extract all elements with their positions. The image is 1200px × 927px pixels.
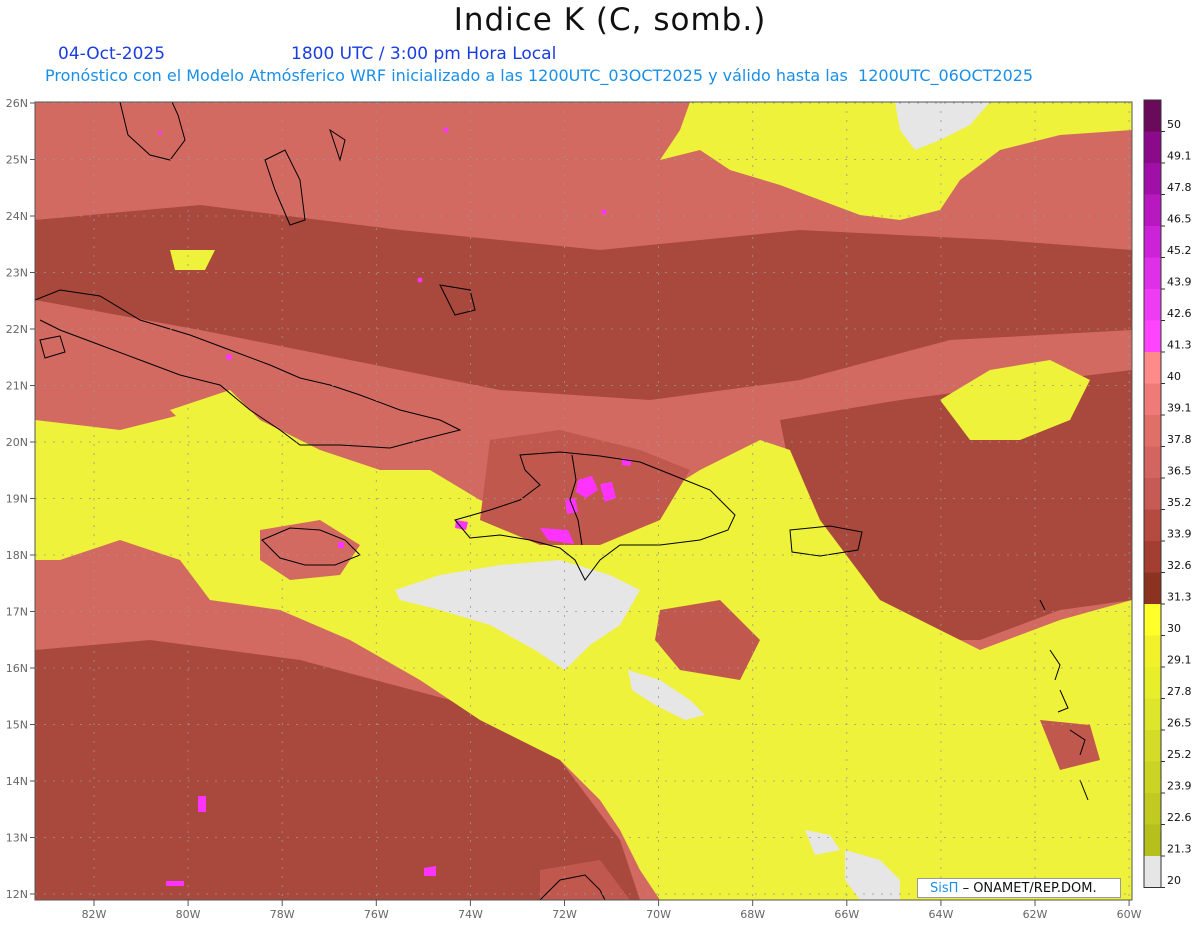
colorbar: 50 49.1 47.8 46.5 45.2 43.9 42.6 41.3 40 39.1 37.8… bbox=[1143, 99, 1192, 888]
lat-tick-label: 13N bbox=[6, 832, 28, 845]
extreme-k-spot bbox=[158, 131, 162, 135]
lat-tick-label: 17N bbox=[6, 606, 28, 619]
lat-tick-label: 23N bbox=[6, 267, 28, 280]
colorbar-label: 31.3 bbox=[1167, 591, 1192, 604]
lat-tick-label: 16N bbox=[6, 662, 28, 675]
colorbar-cell bbox=[1144, 856, 1161, 888]
lat-tick-label: 15N bbox=[6, 719, 28, 732]
colorbar-label: 45.2 bbox=[1167, 244, 1192, 257]
lon-tick-label: 78W bbox=[270, 908, 295, 921]
lat-tick-label: 21N bbox=[6, 380, 28, 393]
colorbar-label: 26.5 bbox=[1167, 717, 1192, 730]
colorbar-cell bbox=[1144, 100, 1161, 132]
extreme-k-spot bbox=[226, 354, 232, 360]
colorbar-cell bbox=[1144, 415, 1161, 447]
colorbar-cell bbox=[1144, 194, 1161, 227]
colorbar-label: 30 bbox=[1167, 622, 1181, 635]
latitude-tick-labels: 26N 25N 24N 23N 22N 21N 20N 19N 18N 17N 16N 15N 14N 1… bbox=[6, 97, 35, 901]
extreme-k-spot bbox=[417, 277, 423, 283]
colorbar-label: 40 bbox=[1167, 370, 1181, 383]
colorbar-label: 36.5 bbox=[1167, 465, 1192, 478]
map-panel bbox=[35, 102, 1132, 900]
colorbar-cell bbox=[1144, 257, 1161, 290]
forecast-model-info: Pronóstico con el Modelo Atmósferico WRF… bbox=[45, 66, 1034, 85]
colorbar-cell bbox=[1144, 131, 1161, 164]
lon-tick-label: 64W bbox=[928, 908, 953, 921]
forecast-time: 1800 UTC / 3:00 pm Hora Local bbox=[291, 44, 557, 64]
lat-tick-label: 24N bbox=[6, 210, 28, 223]
lon-tick-label: 74W bbox=[458, 908, 483, 921]
colorbar-label: 29.1 bbox=[1167, 654, 1192, 667]
lon-tick-label: 70W bbox=[646, 908, 671, 921]
colorbar-label: 46.5 bbox=[1167, 213, 1192, 226]
lat-tick-label: 19N bbox=[6, 493, 28, 506]
extreme-k-spot bbox=[166, 881, 184, 886]
lon-tick-label: 60W bbox=[1117, 908, 1142, 921]
extreme-k-spot bbox=[601, 209, 607, 215]
lon-tick-label: 66W bbox=[834, 908, 859, 921]
credit-text: – ONAMET/REP.DOM. bbox=[962, 881, 1097, 896]
colorbar-cell bbox=[1144, 509, 1161, 542]
colorbar-cell bbox=[1144, 289, 1161, 321]
credit-box: SisΠ – ONAMET/REP.DOM. bbox=[917, 878, 1121, 898]
colorbar-label: 47.8 bbox=[1167, 181, 1192, 194]
weather-map-figure: 82W 80W 78W 76W 74W 72W 70W 68W 66W 64W 62W 60W 26N… bbox=[6, 97, 1192, 921]
longitude-tick-labels: 82W 80W 78W 76W 74W 72W 70W 68W 66W 64W 62W 60W bbox=[82, 900, 1142, 921]
colorbar-label: 21.3 bbox=[1167, 843, 1192, 856]
lon-tick-label: 76W bbox=[364, 908, 389, 921]
extreme-k-spot bbox=[198, 796, 206, 812]
colorbar-label: 22.6 bbox=[1167, 811, 1192, 824]
colorbar-label: 23.9 bbox=[1167, 780, 1192, 793]
forecast-date: 04-Oct-2025 bbox=[58, 44, 166, 64]
colorbar-cell bbox=[1144, 793, 1161, 825]
colorbar-label: 39.1 bbox=[1167, 402, 1192, 415]
colorbar-cell bbox=[1144, 730, 1161, 762]
colorbar-cell bbox=[1144, 667, 1161, 699]
colorbar-label: 43.9 bbox=[1167, 276, 1192, 289]
lat-tick-label: 14N bbox=[6, 775, 28, 788]
colorbar-label: 37.8 bbox=[1167, 433, 1192, 446]
lat-tick-label: 26N bbox=[6, 97, 28, 110]
chart-title: Indice K (C, somb.) bbox=[453, 2, 767, 38]
lat-tick-label: 18N bbox=[6, 549, 28, 562]
colorbar-label: 50 bbox=[1167, 118, 1181, 131]
colorbar-label: 27.8 bbox=[1167, 685, 1192, 698]
colorbar-cell bbox=[1144, 761, 1161, 794]
colorbar-cell bbox=[1144, 824, 1161, 857]
colorbar-label: 32.6 bbox=[1167, 559, 1192, 572]
colorbar-cell bbox=[1144, 541, 1161, 573]
colorbar-cell bbox=[1144, 320, 1161, 353]
colorbar-label: 49.1 bbox=[1167, 150, 1192, 163]
colorbar-cell bbox=[1144, 635, 1161, 668]
colorbar-cell bbox=[1144, 572, 1161, 605]
colorbar-cell bbox=[1144, 383, 1161, 416]
extreme-k-spot bbox=[338, 542, 344, 548]
sispi-logo: SisΠ bbox=[930, 881, 959, 896]
lat-tick-label: 22N bbox=[6, 323, 28, 336]
colorbar-cell bbox=[1144, 163, 1161, 195]
lat-tick-label: 25N bbox=[6, 154, 28, 167]
colorbar-label: 41.3 bbox=[1167, 339, 1192, 352]
colorbar-cell bbox=[1144, 352, 1161, 384]
colorbar-label: 20 bbox=[1167, 874, 1181, 887]
colorbar-label: 35.2 bbox=[1167, 496, 1192, 509]
lon-tick-label: 68W bbox=[740, 908, 765, 921]
colorbar-cell bbox=[1144, 604, 1161, 636]
colorbar-label: 25.2 bbox=[1167, 748, 1192, 761]
lon-tick-label: 80W bbox=[176, 908, 201, 921]
lat-tick-label: 12N bbox=[6, 888, 28, 901]
colorbar-cell bbox=[1144, 226, 1161, 258]
lon-tick-label: 62W bbox=[1023, 908, 1048, 921]
colorbar-cell bbox=[1144, 446, 1161, 479]
lon-tick-label: 82W bbox=[82, 908, 107, 921]
lat-tick-label: 20N bbox=[6, 436, 28, 449]
extreme-k-spot bbox=[443, 127, 449, 133]
colorbar-cell bbox=[1144, 698, 1161, 731]
colorbar-cell bbox=[1144, 478, 1161, 510]
colorbar-label: 33.9 bbox=[1167, 528, 1192, 541]
lon-tick-label: 72W bbox=[552, 908, 577, 921]
colorbar-label: 42.6 bbox=[1167, 307, 1192, 320]
